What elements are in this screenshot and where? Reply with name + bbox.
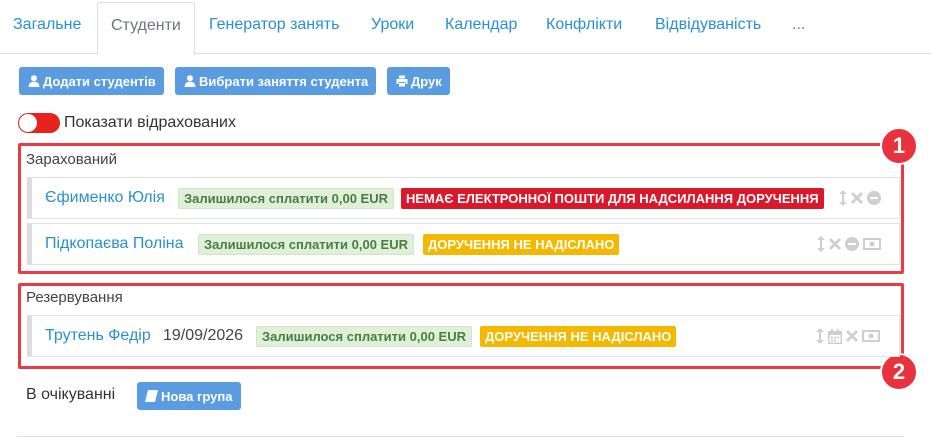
tab-attendance[interactable]: Відвідуваність	[655, 16, 761, 34]
add-students-button[interactable]: Додати студентів	[19, 67, 164, 95]
remove-circle-icon[interactable]	[867, 191, 881, 205]
print-label: Друк	[411, 73, 442, 89]
tab-calendar[interactable]: Календар	[445, 16, 517, 34]
move-icon[interactable]	[817, 236, 825, 252]
move-icon[interactable]	[839, 190, 847, 206]
student-row: Трутень Федір 19/09/2026 Залишилося спла…	[27, 315, 900, 357]
tab-general[interactable]: Загальне	[13, 16, 81, 34]
tab-lessons[interactable]: Уроки	[371, 16, 414, 34]
balance-badge: Залишилося сплатити 0,00 EUR	[178, 188, 394, 209]
callout-number-1: 1	[880, 127, 918, 165]
choose-student-lessons-label: Вибрати заняття студента	[199, 73, 369, 89]
balance-badge: Залишилося сплатити 0,00 EUR	[256, 326, 472, 347]
book-icon	[145, 390, 158, 402]
show-expelled-label: Показати відрахованих	[64, 114, 236, 131]
divider	[17, 436, 904, 437]
balance-badge: Залишилося сплатити 0,00 EUR	[198, 234, 414, 255]
callout-number-2: 2	[880, 353, 918, 391]
printer-icon	[396, 75, 408, 87]
tab-students[interactable]: Студенти	[97, 2, 195, 55]
new-group-button[interactable]: Нова група	[137, 382, 241, 410]
tab-more[interactable]: ...	[792, 16, 805, 34]
student-name-link[interactable]: Трутень Федір	[45, 327, 151, 345]
student-row: Єфименко Юлія Залишилося сплатити 0,00 E…	[27, 177, 900, 219]
choose-student-lessons-button[interactable]: Вибрати заняття студента	[175, 67, 377, 95]
calendar-icon[interactable]	[828, 328, 842, 344]
status-badge: ДОРУЧЕННЯ НЕ НАДІСЛАНО	[423, 234, 620, 255]
print-button[interactable]: Друк	[387, 67, 450, 95]
reservation-date: 19/09/2026	[163, 327, 244, 344]
remove-circle-icon[interactable]	[845, 237, 859, 251]
user-icon	[184, 75, 196, 87]
student-name-link[interactable]: Підкопаєва Поліна	[45, 235, 184, 253]
delete-icon[interactable]	[829, 238, 841, 250]
money-icon[interactable]	[862, 330, 880, 342]
status-badge: НЕМАЄ ЕЛЕКТРОННОЇ ПОШТИ ДЛЯ НАДСИЛАННЯ Д…	[401, 188, 824, 209]
section-title-enrolled: Зарахований	[26, 151, 117, 168]
user-icon	[28, 75, 40, 87]
toggle-knob	[19, 114, 37, 132]
tab-lesson-generator[interactable]: Генератор занять	[209, 16, 339, 34]
move-icon[interactable]	[816, 328, 824, 344]
tab-bar: Загальне Студенти Генератор занять Уроки…	[0, 0, 931, 55]
show-expelled-toggle[interactable]	[18, 113, 60, 133]
section-title-waiting: В очікуванні	[26, 386, 116, 403]
money-icon[interactable]	[863, 238, 881, 250]
delete-icon[interactable]	[851, 192, 863, 204]
section-title-reserved: Резервування	[26, 289, 123, 306]
tab-conflicts[interactable]: Конфлікти	[546, 16, 622, 34]
new-group-label: Нова група	[161, 388, 233, 404]
add-students-label: Додати студентів	[43, 73, 156, 89]
student-row: Підкопаєва Поліна Залишилося сплатити 0,…	[27, 223, 900, 265]
status-badge: ДОРУЧЕННЯ НЕ НАДІСЛАНО	[480, 326, 677, 347]
delete-icon[interactable]	[846, 330, 858, 342]
student-name-link[interactable]: Єфименко Юлія	[45, 189, 165, 207]
